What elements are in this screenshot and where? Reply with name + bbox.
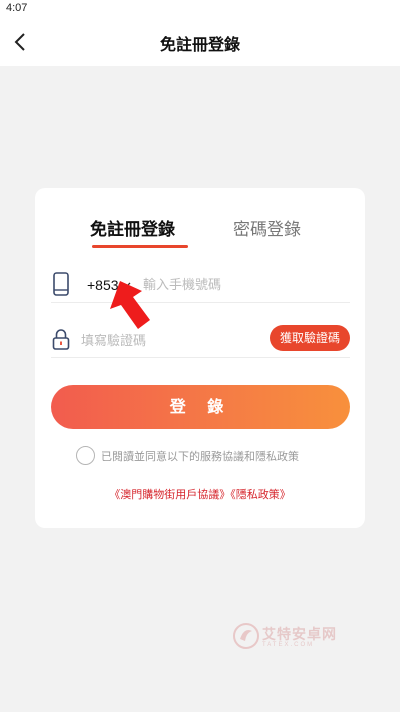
privacy-policy-link[interactable]: 《隱私政策》 bbox=[230, 488, 291, 501]
lock-icon bbox=[52, 329, 70, 350]
login-button[interactable]: 登 錄 bbox=[51, 385, 350, 429]
get-code-button[interactable]: 獲取驗證碼 bbox=[270, 325, 350, 351]
policy-links: 《澳門購物街用戶協議》《隱私政策》 bbox=[35, 486, 365, 502]
login-card: 免註冊登錄 密碼登錄 +853 獲取驗證碼 登 錄 已閱讀並同意以下的服務協議和… bbox=[35, 188, 365, 528]
agreement-text: 已閱讀並同意以下的服務協議和隱私政策 bbox=[101, 450, 299, 463]
status-time: 4:07 bbox=[6, 2, 28, 14]
agreement-checkbox[interactable] bbox=[76, 446, 95, 465]
top-nav-bar: 免註冊登錄 bbox=[0, 18, 400, 66]
watermark-subtext: TATEX.COM bbox=[262, 642, 315, 648]
tab-password-login[interactable]: 密碼登錄 bbox=[233, 215, 301, 240]
tab-sms-login[interactable]: 免註冊登錄 bbox=[90, 215, 175, 240]
phone-number-input[interactable] bbox=[143, 272, 343, 298]
active-tab-indicator bbox=[92, 245, 188, 248]
user-agreement-link[interactable]: 《澳門購物街用戶協議》 bbox=[109, 488, 230, 501]
annotation-arrow-icon bbox=[110, 281, 150, 329]
page-title: 免註冊登錄 bbox=[159, 35, 240, 54]
watermark-text: 艾特安卓网 bbox=[262, 627, 337, 643]
divider bbox=[51, 302, 350, 303]
divider bbox=[51, 357, 350, 358]
phone-icon bbox=[53, 272, 69, 296]
status-bar: 4:07 bbox=[0, 0, 400, 18]
